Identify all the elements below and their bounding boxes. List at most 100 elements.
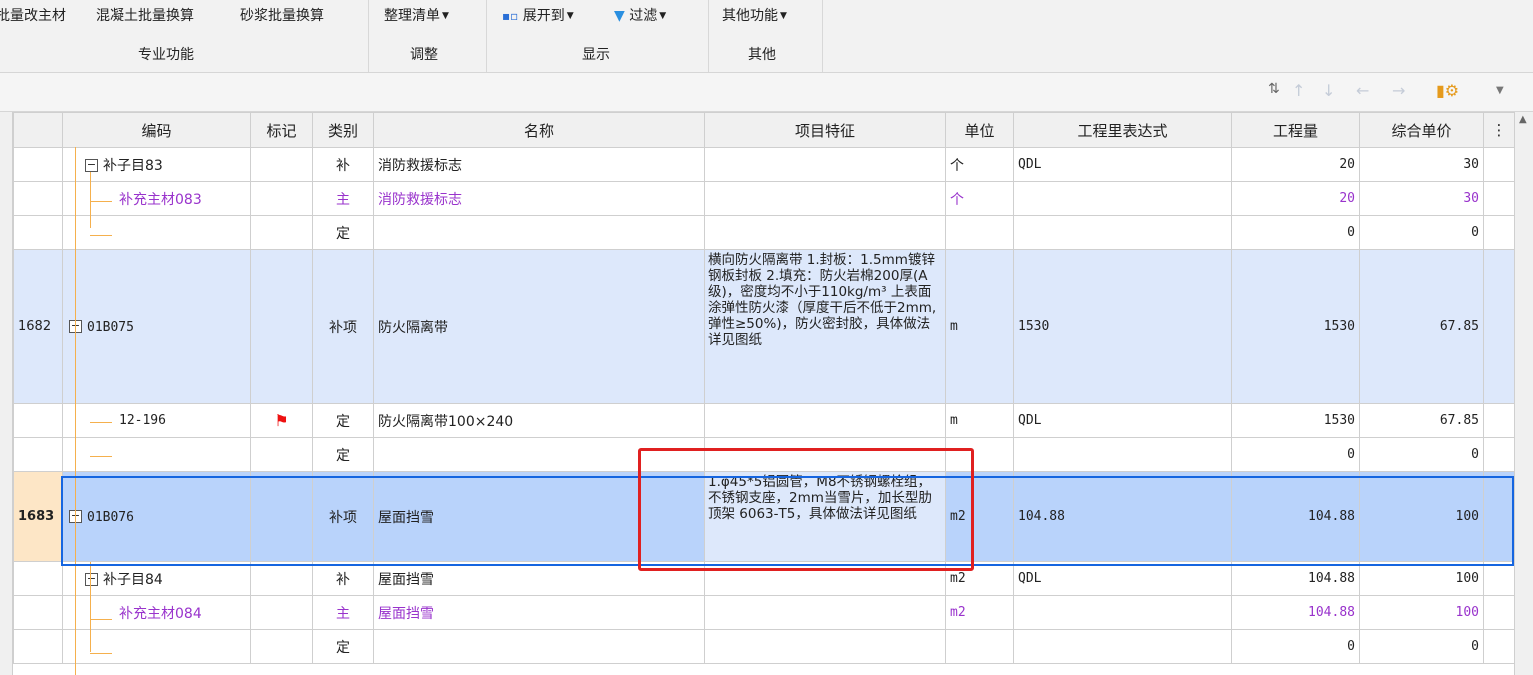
code-cell[interactable] (62, 437, 251, 472)
name-cell[interactable]: 屋面挡雪 (373, 595, 705, 630)
expr-cell[interactable] (1013, 437, 1232, 472)
col-header-feature[interactable]: 项目特征 (704, 112, 946, 148)
mark-cell[interactable] (250, 471, 313, 562)
scroll-up-icon[interactable]: ▲ (1519, 114, 1527, 125)
vertical-scrollbar[interactable]: ▲ (1514, 112, 1533, 675)
unit-cell[interactable] (945, 629, 1014, 664)
type-cell[interactable]: 补 (312, 147, 374, 182)
col-header-more[interactable]: ⋮ (1483, 112, 1515, 148)
qty-cell[interactable]: 1530 (1231, 403, 1360, 438)
unit-cell[interactable] (945, 215, 1014, 250)
table-row[interactable]: 定 0 0 (13, 629, 1515, 664)
expr-cell[interactable] (1013, 181, 1232, 216)
qty-cell[interactable]: 1530 (1231, 249, 1360, 404)
mark-cell[interactable] (250, 595, 313, 630)
collapse-icon[interactable]: − (85, 159, 98, 172)
col-header-type[interactable]: 类别 (312, 112, 374, 148)
feature-cell[interactable] (704, 403, 946, 438)
col-header-expr[interactable]: 工程里表达式 (1013, 112, 1232, 148)
type-cell[interactable]: 定 (312, 437, 374, 472)
qty-cell[interactable]: 0 (1231, 215, 1360, 250)
mark-cell[interactable] (250, 629, 313, 664)
mortar-batch-convert-button[interactable]: 砂浆批量换算 (240, 4, 324, 28)
type-cell[interactable]: 补 (312, 561, 374, 596)
mark-cell[interactable] (250, 181, 313, 216)
concrete-batch-convert-button[interactable]: 混凝土批量换算 (96, 4, 194, 28)
qty-cell[interactable]: 104.88 (1231, 471, 1360, 562)
name-cell[interactable]: 防火隔离带100×240 (373, 403, 705, 438)
organize-list-button[interactable]: 整理清单 ▼ (384, 4, 449, 28)
col-header-price[interactable]: 综合单价 (1359, 112, 1484, 148)
settings-icon[interactable]: ▮⚙ (1436, 81, 1459, 100)
move-left-icon[interactable]: ← (1356, 81, 1369, 100)
expand-to-button[interactable]: ▪▫ 展开到 ▼ (502, 4, 574, 28)
move-up-icon[interactable]: ↑ (1292, 81, 1305, 100)
qty-cell[interactable]: 0 (1231, 629, 1360, 664)
feature-cell[interactable] (704, 147, 946, 182)
unit-cell[interactable]: m (945, 403, 1014, 438)
table-row[interactable]: − 补子目83 补 消防救援标志 个 QDL 20 30 (13, 147, 1515, 182)
col-header-rownum[interactable] (13, 112, 63, 148)
mark-cell[interactable] (250, 437, 313, 472)
code-cell[interactable]: 12-196 (62, 403, 251, 438)
sort-icon[interactable]: ⇅ (1268, 81, 1280, 97)
qty-cell[interactable]: 104.88 (1231, 561, 1360, 596)
col-header-qty[interactable]: 工程量 (1231, 112, 1360, 148)
name-cell[interactable]: 防火隔离带 (373, 249, 705, 404)
expr-cell[interactable] (1013, 595, 1232, 630)
expr-cell[interactable] (1013, 215, 1232, 250)
type-cell[interactable]: 定 (312, 629, 374, 664)
name-cell[interactable] (373, 215, 705, 250)
filter-button[interactable]: ▼ 过滤 ▼ (614, 4, 666, 28)
code-cell[interactable]: −01B075 (62, 249, 251, 404)
other-functions-button[interactable]: 其他功能 ▼ (722, 4, 787, 28)
feature-cell[interactable] (704, 181, 946, 216)
feature-cell[interactable]: 横向防火隔离带 1.封板：1.5mm镀锌钢板封板 2.填充：防火岩棉200厚(A… (704, 249, 946, 404)
batch-change-material-button[interactable]: 批量改主材 (0, 4, 66, 28)
name-cell[interactable] (373, 629, 705, 664)
price-cell[interactable]: 30 (1359, 147, 1484, 182)
price-cell[interactable]: 30 (1359, 181, 1484, 216)
table-row[interactable]: 补充主材084 主 屋面挡雪 m2 104.88 100 (13, 595, 1515, 630)
price-cell[interactable]: 67.85 (1359, 249, 1484, 404)
table-row[interactable]: 补充主材083 主 消防救援标志 个 20 30 (13, 181, 1515, 216)
expr-cell[interactable]: QDL (1013, 147, 1232, 182)
mark-cell[interactable] (250, 147, 313, 182)
type-cell[interactable]: 补项 (312, 249, 374, 404)
expr-cell[interactable]: 1530 (1013, 249, 1232, 404)
mark-cell[interactable]: ⚑ (250, 403, 313, 438)
type-cell[interactable]: 主 (312, 181, 374, 216)
price-cell[interactable]: 100 (1359, 471, 1484, 562)
price-cell[interactable]: 100 (1359, 561, 1484, 596)
col-header-code[interactable]: 编码 (62, 112, 251, 148)
price-cell[interactable]: 0 (1359, 629, 1484, 664)
unit-cell[interactable]: m (945, 249, 1014, 404)
collapse-icon[interactable]: − (85, 573, 98, 586)
unit-cell[interactable]: m2 (945, 595, 1014, 630)
name-cell[interactable]: 消防救援标志 (373, 147, 705, 182)
price-cell[interactable]: 0 (1359, 437, 1484, 472)
name-cell[interactable]: 消防救援标志 (373, 181, 705, 216)
move-right-icon[interactable]: → (1392, 81, 1405, 100)
price-cell[interactable]: 0 (1359, 215, 1484, 250)
feature-cell[interactable] (704, 629, 946, 664)
mark-cell[interactable] (250, 215, 313, 250)
feature-cell[interactable] (704, 215, 946, 250)
table-row[interactable]: 定 0 0 (13, 215, 1515, 250)
expr-cell[interactable] (1013, 629, 1232, 664)
feature-cell[interactable] (704, 595, 946, 630)
type-cell[interactable]: 补项 (312, 471, 374, 562)
mark-cell[interactable] (250, 249, 313, 404)
move-down-icon[interactable]: ↓ (1322, 81, 1335, 100)
col-header-unit[interactable]: 单位 (945, 112, 1014, 148)
mark-cell[interactable] (250, 561, 313, 596)
type-cell[interactable]: 定 (312, 215, 374, 250)
price-cell[interactable]: 100 (1359, 595, 1484, 630)
type-cell[interactable]: 定 (312, 403, 374, 438)
expr-cell[interactable]: QDL (1013, 403, 1232, 438)
qty-cell[interactable]: 20 (1231, 147, 1360, 182)
col-header-mark[interactable]: 标记 (250, 112, 313, 148)
type-cell[interactable]: 主 (312, 595, 374, 630)
table-row[interactable]: 1682 −01B075 补项 防火隔离带 横向防火隔离带 1.封板：1.5mm… (13, 249, 1515, 404)
expr-cell[interactable]: QDL (1013, 561, 1232, 596)
